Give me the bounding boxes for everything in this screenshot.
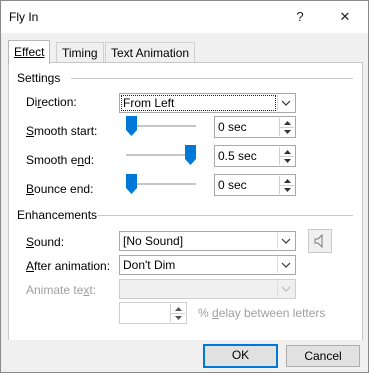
tab-text-animation-label: Text Animation [111,46,190,60]
smooth-end-value: 0.5 sec [218,149,257,163]
close-button[interactable]: ✕ [335,7,355,27]
tab-timing[interactable]: Timing [56,42,104,63]
smooth-start-label: Smooth start: [26,124,98,138]
sound-value: [No Sound] [123,234,184,248]
tab-effect-label: Effect [14,45,45,59]
tab-effect[interactable]: Effect [8,40,51,64]
enhancements-group-title: Enhancements [17,208,98,222]
settings-group-title: Settings [17,71,61,85]
title-bar: Fly In ? ✕ [1,1,368,33]
animate-text-label: Animate text: [26,283,97,297]
direction-label: Direction: [26,95,77,109]
smooth-start-spinner[interactable]: 0 sec [214,116,296,138]
cancel-button[interactable]: Cancel [286,345,360,367]
settings-divider [71,78,353,79]
slider-thumb[interactable] [126,116,137,136]
spin-down-icon[interactable] [280,127,294,136]
slider-thumb[interactable] [126,174,137,194]
tab-container: Effect Timing Text Animation Settings Di… [1,33,368,369]
delay-spinner[interactable] [119,302,187,324]
after-animation-label: After animation: [26,259,111,273]
enhancements-divider [97,215,353,216]
delay-label: % delay between letters [198,306,326,320]
direction-select[interactable]: From Left [119,93,296,113]
after-animation-select[interactable]: Don't Dim [119,255,296,275]
bounce-end-spinner[interactable]: 0 sec [214,174,296,196]
chevron-down-icon[interactable] [277,233,294,249]
fly-in-dialog: Fly In ? ✕ Effect Timing Text Animation … [0,0,369,373]
sound-select[interactable]: [No Sound] [119,231,296,251]
help-button[interactable]: ? [290,7,310,27]
smooth-start-value: 0 sec [218,120,247,134]
bounce-end-label: Bounce end: [26,182,94,196]
direction-value: From Left [123,96,175,110]
tab-text-animation[interactable]: Text Animation [105,42,196,63]
spin-down-icon[interactable] [171,313,185,322]
smooth-start-slider[interactable] [126,116,196,136]
smooth-end-spinner[interactable]: 0.5 sec [214,145,296,167]
smooth-end-label: Smooth end: [26,153,95,167]
tab-timing-label: Timing [62,46,98,60]
speaker-icon [314,234,323,248]
sound-volume-button[interactable] [308,229,332,253]
bounce-end-slider[interactable] [126,174,196,194]
button-bar: OK Cancel [1,340,368,372]
spin-down-icon[interactable] [280,185,294,194]
spin-down-icon[interactable] [280,156,294,165]
sound-label: Sound: [26,235,65,249]
animate-text-select[interactable] [119,279,296,299]
effect-panel: Settings Direction: From Left Smooth sta… [8,62,363,369]
chevron-down-icon[interactable] [277,95,294,111]
bounce-end-value: 0 sec [218,178,247,192]
slider-thumb[interactable] [185,145,196,165]
smooth-end-slider[interactable] [126,145,196,165]
after-animation-value: Don't Dim [123,258,176,272]
chevron-down-icon[interactable] [277,281,294,297]
dialog-title: Fly In [9,10,39,24]
ok-button[interactable]: OK [203,344,278,368]
chevron-down-icon[interactable] [277,257,294,273]
